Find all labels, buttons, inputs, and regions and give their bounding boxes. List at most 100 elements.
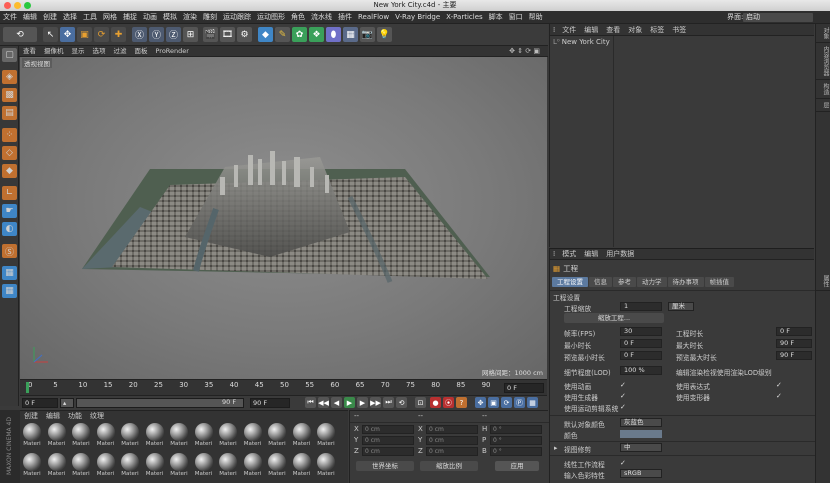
material-swatch[interactable]: Materi [194, 423, 214, 449]
material-swatch[interactable]: Materi [169, 453, 189, 479]
viewport-menu-item[interactable]: 摄像机 [40, 46, 68, 57]
rotate-tool-icon[interactable]: ⟳ [94, 27, 109, 42]
floor-icon[interactable]: ▦ [343, 27, 358, 42]
subdivision-surface-icon[interactable]: ✿ [292, 27, 307, 42]
linear-workflow-checkbox[interactable]: ✓ [620, 459, 626, 467]
y-axis-lock-icon[interactable]: Ⓨ [149, 27, 164, 42]
duration-field[interactable]: 0 F [776, 327, 812, 336]
material-swatch[interactable]: Materi [316, 453, 336, 479]
color-swatch[interactable] [620, 430, 662, 438]
material-swatch[interactable]: Materi [71, 453, 91, 479]
coordinate-system-icon[interactable]: ⊞ [183, 27, 198, 42]
pen-spline-icon[interactable]: ✎ [275, 27, 290, 42]
menu-item[interactable]: 窗口 [506, 11, 526, 24]
strip-tab[interactable]: 属性 [816, 272, 830, 291]
coord-value-field[interactable]: 0 cm [362, 436, 414, 445]
range-slider[interactable] [76, 398, 244, 408]
coord-value-field[interactable]: 0 ° [490, 436, 542, 445]
attribute-menu-item[interactable]: 编辑 [580, 249, 602, 260]
menu-item[interactable]: 雕刻 [200, 11, 220, 24]
key-scale-icon[interactable]: ▣ [488, 397, 499, 408]
object-menu-item[interactable]: 查看 [602, 24, 624, 36]
menu-item[interactable]: 角色 [288, 11, 308, 24]
menu-item[interactable]: 创建 [40, 11, 60, 24]
tab-todo[interactable]: 待办事项 [667, 277, 704, 287]
menu-item[interactable]: 工具 [80, 11, 100, 24]
menu-item[interactable]: 插件 [335, 11, 355, 24]
light-icon[interactable]: 💡 [377, 27, 392, 42]
loop-icon[interactable]: ⟲ [396, 397, 407, 408]
timeline-ruler[interactable]: 0 5 10 15 20 25 30 35 40 45 50 55 60 65 70 75 80 85 90 0 F [20, 379, 547, 395]
strip-tab[interactable]: 内容浏览器 [816, 43, 830, 80]
material-swatch[interactable]: Materi [96, 453, 116, 479]
scale-field[interactable]: 1 [620, 302, 662, 311]
material-menu-item[interactable]: 纹理 [86, 411, 108, 421]
key-parameter-icon[interactable]: Ⓟ [514, 397, 525, 408]
x-axis-lock-icon[interactable]: Ⓧ [132, 27, 147, 42]
viewport-menu-item[interactable]: 面板 [131, 46, 152, 57]
material-swatch[interactable]: Materi [22, 423, 42, 449]
scale-project-button[interactable]: 缩放工程... [564, 313, 664, 323]
material-swatch[interactable]: Materi [243, 423, 263, 449]
coordinate-space-dropdown[interactable]: 世界坐标 [356, 461, 414, 471]
tab-info[interactable]: 信息 [589, 277, 612, 287]
render-view-icon[interactable]: 🎬 [203, 27, 218, 42]
edges-mode-icon[interactable]: ◇ [2, 146, 17, 160]
workplane-lock-icon[interactable]: ▦ [2, 266, 17, 280]
go-to-start-icon[interactable]: ⏮ [305, 397, 316, 408]
playhead[interactable] [26, 382, 29, 393]
recent-tool-icon[interactable]: ✚ [111, 27, 126, 42]
scale-tool-icon[interactable]: ▣ [77, 27, 92, 42]
current-frame-field[interactable]: 0 F [22, 398, 58, 408]
attribute-menu-item[interactable]: 模式 [558, 249, 580, 260]
max-time-field[interactable]: 90 F [776, 339, 812, 348]
scale-unit-dropdown[interactable]: 厘米 [668, 302, 694, 311]
play-icon[interactable]: ▶ [344, 397, 355, 408]
strip-tab[interactable]: 层 [816, 99, 830, 112]
menu-item[interactable]: 流水线 [308, 11, 335, 24]
select-tool-icon[interactable]: ↖ [43, 27, 58, 42]
material-swatch[interactable]: Materi [218, 423, 238, 449]
undo-redo-button[interactable]: ⟲ [3, 27, 37, 42]
record-key-icon[interactable]: ● [430, 397, 441, 408]
viewport-menu-item[interactable]: 查看 [19, 46, 40, 57]
frame-stepper[interactable]: ▴ [60, 398, 74, 408]
viewport-nav-icons[interactable]: ✥ ⇕ ⟳ ▣ [505, 46, 544, 57]
menu-item[interactable]: 网格 [100, 11, 120, 24]
material-swatch[interactable]: Materi [267, 423, 287, 449]
go-to-end-icon[interactable]: ⏭ [383, 397, 394, 408]
menu-item[interactable]: 捕捉 [120, 11, 140, 24]
material-swatch[interactable]: Materi [47, 423, 67, 449]
material-swatch[interactable]: Materi [292, 423, 312, 449]
viewport-menu-item[interactable]: ProRender [152, 46, 193, 57]
texture-mode-icon[interactable]: ▩ [2, 88, 17, 102]
menu-item[interactable]: 动画 [140, 11, 160, 24]
motion-record-icon[interactable]: ⊡ [415, 397, 426, 408]
coord-value-field[interactable]: 0 ° [490, 447, 542, 456]
menu-item[interactable]: 模拟 [160, 11, 180, 24]
model-mode-icon[interactable]: ◈ [2, 70, 17, 84]
menu-item[interactable]: RealFlow [355, 11, 392, 24]
deformer-icon[interactable]: ⬮ [326, 27, 341, 42]
coord-value-field[interactable]: 0 cm [426, 425, 478, 434]
object-tree-item[interactable]: L⁰ New York City [550, 36, 613, 48]
use-motion-system-checkbox[interactable]: ✓ [620, 403, 626, 411]
prev-key-icon[interactable]: ◀◀ [318, 397, 329, 408]
tab-project-settings[interactable]: 工程设置 [552, 277, 588, 287]
tab-reference[interactable]: 参考 [613, 277, 636, 287]
tab-dynamics[interactable]: 动力学 [637, 277, 667, 287]
material-swatch[interactable]: Materi [316, 423, 336, 449]
points-mode-icon[interactable]: ⁘ [2, 128, 17, 142]
material-swatch[interactable]: Materi [292, 453, 312, 479]
cloner-icon[interactable]: ❖ [309, 27, 324, 42]
menu-item[interactable]: V-Ray Bridge [392, 11, 443, 24]
material-swatch[interactable]: Materi [47, 453, 67, 479]
cube-primitive-icon[interactable]: ◆ [258, 27, 273, 42]
snap-icon[interactable]: Ⓢ [2, 244, 17, 258]
material-swatch[interactable]: Materi [169, 423, 189, 449]
coord-value-field[interactable]: 0 cm [426, 447, 478, 456]
strip-tab[interactable]: 对象 [816, 24, 830, 43]
material-swatch[interactable]: Materi [145, 423, 165, 449]
menu-item[interactable]: 编辑 [20, 11, 40, 24]
material-swatch[interactable]: Materi [71, 423, 91, 449]
